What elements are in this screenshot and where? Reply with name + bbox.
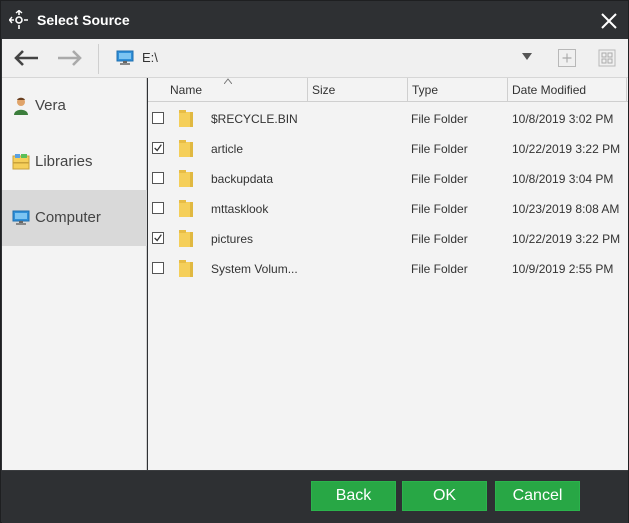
title-bar: Select Source	[1, 1, 628, 39]
file-date: 10/8/2019 3:04 PM	[512, 172, 614, 186]
column-header-size[interactable]: Size	[308, 78, 408, 102]
ok-button[interactable]: OK	[402, 481, 487, 511]
folder-icon	[179, 140, 193, 157]
sidebar-item-label: Vera	[35, 97, 66, 114]
file-date: 10/22/2019 3:22 PM	[512, 232, 621, 246]
grid-view-icon[interactable]	[598, 49, 616, 67]
file-type: File Folder	[411, 112, 468, 126]
file-type: File Folder	[411, 262, 468, 276]
table-row[interactable]: article File Folder 10/22/2019 3:22 PM	[148, 133, 628, 163]
file-date: 10/8/2019 3:02 PM	[512, 112, 614, 126]
checkbox-checked[interactable]	[152, 142, 164, 154]
sidebar-item-label: Computer	[35, 209, 101, 226]
column-header-name[interactable]: Name	[148, 78, 308, 102]
cancel-button[interactable]: Cancel	[495, 481, 580, 511]
file-type: File Folder	[411, 142, 468, 156]
checkbox-checked[interactable]	[152, 232, 164, 244]
toolbar-separator	[98, 44, 99, 74]
file-name: $RECYCLE.BIN	[211, 112, 298, 126]
path-field[interactable]: E:\	[142, 50, 158, 65]
table-row[interactable]: pictures File Folder 10/22/2019 3:22 PM	[148, 223, 628, 253]
table-row[interactable]: $RECYCLE.BIN File Folder 10/8/2019 3:02 PM	[148, 103, 628, 133]
select-source-dialog: Select Source E:\ Vera Libraries Compute…	[0, 0, 629, 523]
file-name: article	[211, 142, 244, 156]
file-date: 10/22/2019 3:22 PM	[512, 142, 621, 156]
file-name: System Volum...	[211, 262, 298, 276]
file-name: mttasklook	[211, 202, 269, 216]
add-icon[interactable]	[558, 49, 576, 67]
folder-icon	[179, 230, 193, 247]
file-name: pictures	[211, 232, 254, 246]
folder-icon	[179, 110, 193, 127]
folder-icon	[179, 170, 193, 187]
checkbox[interactable]	[152, 262, 164, 274]
close-icon[interactable]	[600, 12, 618, 30]
checkbox[interactable]	[152, 202, 164, 214]
file-name: backupdata	[211, 172, 274, 186]
column-header-type[interactable]: Type	[408, 78, 508, 102]
table-row[interactable]: mttasklook File Folder 10/23/2019 8:08 AM	[148, 193, 628, 223]
checkbox[interactable]	[152, 172, 164, 184]
user-icon	[14, 97, 28, 115]
computer-icon	[12, 210, 30, 225]
file-type: File Folder	[411, 172, 468, 186]
folder-icon	[179, 260, 193, 277]
column-header-row: Name Size Type Date Modified	[148, 78, 628, 102]
back-arrow-icon[interactable]	[12, 48, 40, 68]
file-list: Name Size Type Date Modified $RECYCLE.BI…	[148, 78, 628, 470]
sidebar-item-computer[interactable]: Computer	[2, 190, 147, 246]
toolbar: E:\	[2, 39, 628, 78]
back-button[interactable]: Back	[311, 481, 396, 511]
computer-icon	[116, 50, 134, 65]
forward-arrow-icon[interactable]	[56, 48, 84, 68]
dialog-title: Select Source	[37, 12, 130, 28]
file-date: 10/9/2019 2:55 PM	[512, 262, 614, 276]
checkbox[interactable]	[152, 112, 164, 124]
app-logo-icon	[9, 10, 28, 29]
sidebar-item-libraries[interactable]: Libraries	[2, 134, 147, 190]
libraries-icon	[12, 154, 30, 170]
file-date: 10/23/2019 8:08 AM	[512, 202, 620, 216]
sidebar: Vera Libraries Computer	[2, 78, 147, 470]
footer: Back OK Cancel	[2, 470, 628, 523]
file-type: File Folder	[411, 232, 468, 246]
table-row[interactable]: System Volum... File Folder 10/9/2019 2:55…	[148, 253, 628, 283]
column-header-date[interactable]: Date Modified	[508, 78, 627, 102]
file-type: File Folder	[411, 202, 468, 216]
path-dropdown-icon[interactable]	[522, 53, 532, 60]
folder-icon	[179, 200, 193, 217]
table-row[interactable]: backupdata File Folder 10/8/2019 3:04 PM	[148, 163, 628, 193]
sidebar-item-vera[interactable]: Vera	[2, 78, 147, 134]
sidebar-item-label: Libraries	[35, 153, 93, 170]
sort-up-icon	[224, 78, 232, 84]
